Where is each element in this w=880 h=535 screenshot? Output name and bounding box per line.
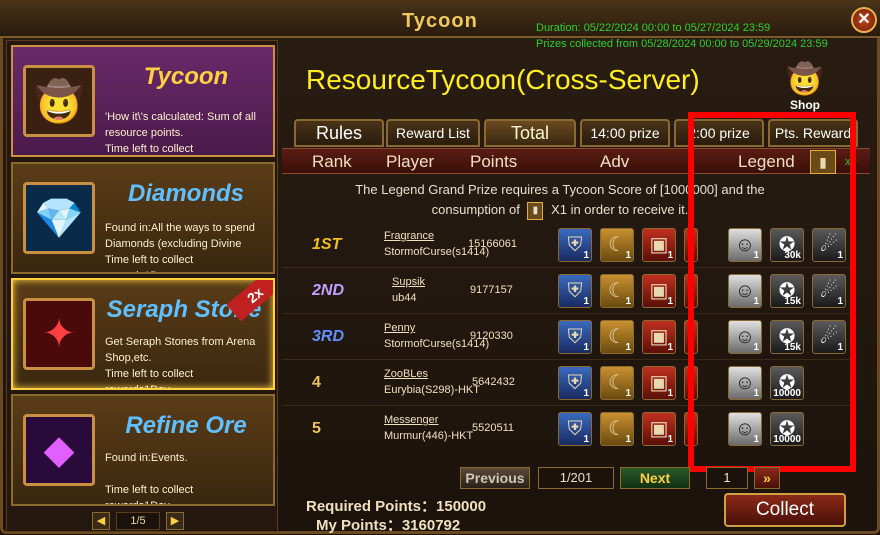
shop-icon: 🤠 xyxy=(786,63,824,96)
player-name-link[interactable]: Penny xyxy=(384,322,415,334)
notice-text: consumption of xyxy=(431,202,520,217)
player-points: 5642432 xyxy=(472,376,515,388)
sidebar-card-seraph-stone[interactable]: ✦ Seraph Stone Get Seraph Stones from Ar… xyxy=(11,278,275,390)
sidebar-card-diamonds[interactable]: 💎 Diamonds Found in:All the ways to spen… xyxy=(11,162,275,274)
card-description: 'How it\'s calculated: Sum of all resour… xyxy=(105,111,256,155)
prev-page-button[interactable]: ◀ xyxy=(92,512,110,530)
shop-button[interactable]: 🤠 Shop xyxy=(782,62,828,114)
legend-highlight-box xyxy=(688,112,856,472)
required-points: Required Points：150000 xyxy=(306,498,487,515)
chest-reward-icon[interactable]: ▣ 1 xyxy=(642,412,676,446)
close-button[interactable]: ✕ xyxy=(851,7,877,33)
page-indicator: 1/201 xyxy=(538,467,614,489)
horn-reward-icon[interactable]: ☾ 1 xyxy=(600,412,634,446)
armor-reward-icon[interactable]: ⛨ 1 xyxy=(558,274,592,308)
horn-reward-icon[interactable]: ☾ 1 xyxy=(600,228,634,262)
duration-line: Duration: 05/22/2024 00:00 to 05/27/2024… xyxy=(536,22,771,34)
player-points: 9120330 xyxy=(470,330,513,342)
armor-reward-icon[interactable]: ⛨ 1 xyxy=(558,228,592,262)
page-title: ResourceTycoon(Cross-Server) xyxy=(306,64,700,95)
armor-reward-icon[interactable]: ⛨ 1 xyxy=(558,320,592,354)
diamond-icon: 💎 xyxy=(23,182,95,254)
card-title: Tycoon xyxy=(143,63,229,90)
armor-reward-icon[interactable]: ⛨ 1 xyxy=(558,366,592,400)
armor-reward-icon[interactable]: ⛨ 1 xyxy=(558,412,592,446)
horn-reward-icon[interactable]: ☾ 1 xyxy=(600,366,634,400)
prize-collection-line: Prizes collected from 05/28/2024 00:00 t… xyxy=(536,38,828,50)
tab-reward-list[interactable]: Reward List xyxy=(386,119,480,147)
rank-label: 1ST xyxy=(312,236,342,253)
card-description: Found in:All the ways to spend Diamonds … xyxy=(105,222,255,272)
previous-button[interactable]: Previous xyxy=(460,467,530,489)
player-name-link[interactable]: ZooBLes xyxy=(384,368,428,380)
sidebar-card-tycoon[interactable]: 🤠 Tycoon 'How it\'s calculated: Sum of a… xyxy=(11,45,275,157)
next-page-button[interactable]: ▶ xyxy=(166,512,184,530)
tab-14-prize[interactable]: 14:00 prize xyxy=(580,119,670,147)
chest-reward-icon[interactable]: ▣ 1 xyxy=(642,228,676,262)
my-points: My Points：3160792 xyxy=(316,517,461,534)
column-rank: Rank xyxy=(312,152,352,171)
seraph-stone-icon: ✦ xyxy=(23,298,95,370)
duration-info: Duration: 05/22/2024 00:00 to 05/27/2024… xyxy=(536,20,828,52)
rank-label: 5 xyxy=(312,420,321,437)
rank-label: 2ND xyxy=(312,282,345,299)
chest-reward-icon[interactable]: ▣ 1 xyxy=(642,366,676,400)
horn-reward-icon[interactable]: ☾ 1 xyxy=(600,274,634,308)
shop-label: Shop xyxy=(790,98,820,112)
card-title: Diamonds xyxy=(127,180,244,207)
player-name-link[interactable]: Fragrance xyxy=(384,230,434,242)
sidebar-page-indicator: 1/5 xyxy=(116,512,160,530)
tab-total[interactable]: Total xyxy=(484,119,576,147)
horn-reward-icon[interactable]: ☾ 1 xyxy=(600,320,634,354)
player-server: Eurybia(S298)-HKT xyxy=(384,384,480,396)
card-title: Refine Ore xyxy=(125,412,247,439)
card-description: Found in:Events. Time left to collect re… xyxy=(105,452,194,506)
sidebar-card-refine-ore[interactable]: ◆ Refine Ore Found in:Events. Time left … xyxy=(11,394,275,506)
collect-button[interactable]: Collect xyxy=(724,493,846,527)
rank-label: 3RD xyxy=(312,328,345,345)
card-description: Get Seraph Stones from Arena Shop,etc. T… xyxy=(105,336,256,390)
player-points: 15166061 xyxy=(468,238,517,250)
player-server: ub44 xyxy=(392,292,417,304)
player-name-link[interactable]: Messenger xyxy=(384,414,438,426)
refine-ore-icon: ◆ xyxy=(23,414,95,486)
go-button[interactable]: » xyxy=(754,467,780,489)
legend-token-icon: ▮ xyxy=(527,201,544,220)
column-player: Player xyxy=(386,152,435,171)
sidebar-pager: ◀ 1/5 ▶ xyxy=(92,512,186,530)
rank-label: 4 xyxy=(312,374,321,391)
column-adv: Adv xyxy=(600,152,630,171)
player-points: 9177157 xyxy=(470,284,513,296)
player-server: Murmur(446)-HKT xyxy=(384,430,474,442)
page-jump-input[interactable]: 1 xyxy=(706,467,748,489)
player-points: 5520511 xyxy=(472,422,515,434)
tycoon-portrait-icon: 🤠 xyxy=(23,65,95,137)
chest-reward-icon[interactable]: ▣ 1 xyxy=(642,320,676,354)
next-button[interactable]: Next xyxy=(620,467,690,489)
player-name-link[interactable]: Supsik xyxy=(392,276,425,288)
chest-reward-icon[interactable]: ▣ 1 xyxy=(642,274,676,308)
sidebar: 🤠 Tycoon 'How it\'s calculated: Sum of a… xyxy=(6,40,278,532)
notice-text: X1 in order to receive it. xyxy=(551,202,689,217)
column-points: Points xyxy=(470,152,518,171)
tab-rules[interactable]: Rules xyxy=(294,119,384,147)
